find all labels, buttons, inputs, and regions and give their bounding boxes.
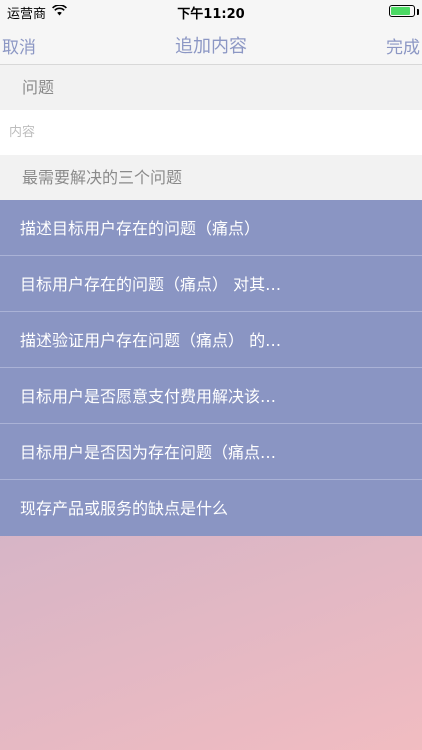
status-bar: 运营商 下午11:20 bbox=[0, 0, 422, 22]
suggestions-section-header: 最需要解决的三个问题 bbox=[0, 155, 422, 200]
battery-icon bbox=[389, 5, 415, 17]
content-input[interactable] bbox=[0, 110, 422, 155]
status-time: 下午11:20 bbox=[177, 7, 245, 22]
suggestion-list: 描述目标用户存在的问题（痛点） 目标用户存在的问题（痛点） 对其… 描述验证用户… bbox=[0, 200, 422, 536]
suggestion-item[interactable]: 描述验证用户存在问题（痛点） 的… bbox=[0, 312, 422, 368]
page-title: 追加内容 bbox=[175, 36, 247, 57]
question-section-header: 问题 bbox=[0, 65, 422, 110]
suggestion-item[interactable]: 目标用户存在的问题（痛点） 对其… bbox=[0, 256, 422, 312]
battery-tip bbox=[417, 9, 419, 15]
battery-level bbox=[391, 7, 410, 15]
suggestion-item[interactable]: 描述目标用户存在的问题（痛点） bbox=[0, 200, 422, 256]
navigation-bar: 取消 追加内容 完成 bbox=[0, 22, 422, 65]
suggestion-item[interactable]: 现存产品或服务的缺点是什么 bbox=[0, 480, 422, 536]
done-button[interactable]: 完成 bbox=[386, 33, 420, 58]
suggestion-item[interactable]: 目标用户是否因为存在问题（痛点… bbox=[0, 424, 422, 480]
suggestion-item[interactable]: 目标用户是否愿意支付费用解决该… bbox=[0, 368, 422, 424]
